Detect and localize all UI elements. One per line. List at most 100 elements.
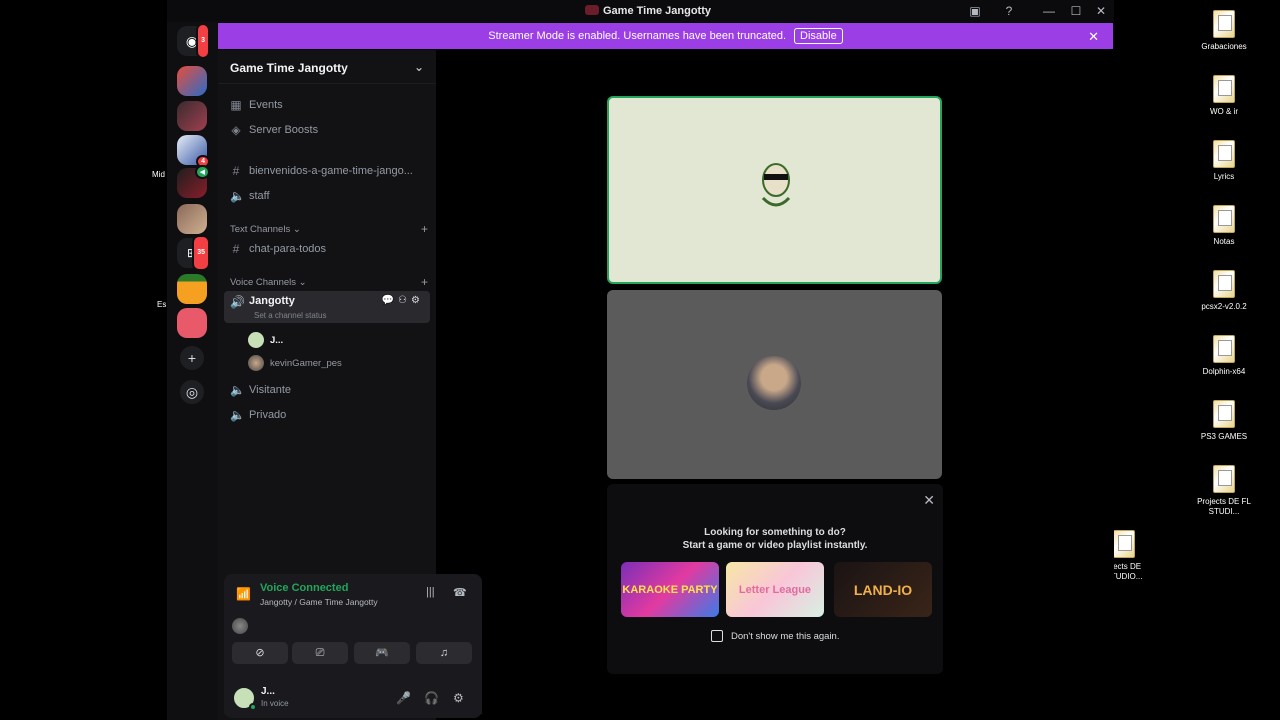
channel-status[interactable]: Set a channel status (254, 311, 327, 320)
desktop-folder[interactable]: PS3 GAMES (1189, 400, 1259, 442)
home-button[interactable]: ◉ 3 (177, 23, 210, 59)
activity-prompt-line2: Start a game or video playlist instantly… (682, 540, 868, 551)
avatar (761, 163, 791, 207)
close-icon[interactable]: ✕ (923, 492, 935, 509)
voice-active-icon: ◀ (194, 165, 210, 179)
noise-suppression-icon[interactable]: ||| (426, 586, 435, 598)
category-label: Voice Channels (230, 277, 297, 288)
desktop-folder[interactable]: pcsx2-v2.0.2 (1189, 270, 1259, 312)
add-channel-icon[interactable]: + (421, 222, 428, 236)
channel-label: bienvenidos-a-game-time-jango... (249, 165, 413, 177)
events-item[interactable]: ▦ Events (224, 94, 430, 116)
channel-label: chat-para-todos (249, 243, 327, 255)
channel-sidebar: Game Time Jangotty ⌄ ▦ Events ◈ Server Boo… (218, 50, 482, 720)
online-status-icon (249, 703, 257, 711)
streamer-mode-text: Streamer Mode is enabled. Usernames have… (488, 30, 787, 42)
server-icon[interactable] (177, 204, 207, 234)
voice-user[interactable]: kevinGamer_pes (248, 355, 342, 371)
camera-button[interactable]: ⊘ (232, 642, 288, 664)
folder-icon (1213, 75, 1235, 103)
help-icon[interactable]: ? (1002, 4, 1016, 18)
channel-label: Visitante (249, 384, 291, 396)
voice-channel[interactable]: 🔈 Visitante (224, 379, 430, 401)
hash-icon: # (232, 164, 240, 178)
disable-streamer-button[interactable]: Disable (794, 28, 843, 44)
headphones-icon[interactable]: 🎧 (424, 691, 439, 705)
server-icon[interactable] (177, 308, 207, 338)
folder-icon (1213, 335, 1235, 363)
video-tile[interactable] (607, 96, 942, 284)
folder-icon (1213, 10, 1235, 38)
boosts-label: Server Boosts (249, 124, 319, 136)
discover-icon[interactable]: ◎ (180, 380, 204, 404)
avatar (248, 355, 264, 371)
channel-item[interactable]: # chat-para-todos (224, 238, 430, 260)
channel-label: Jangotty (249, 295, 295, 307)
voice-user[interactable]: J... (248, 332, 283, 348)
desktop-folder[interactable]: WO & ir (1189, 75, 1259, 117)
channel-item[interactable]: 🔈 staff (224, 185, 430, 207)
hash-icon: # (232, 242, 240, 256)
close-icon[interactable]: ✕ (1088, 29, 1099, 45)
channel-item[interactable]: # bienvenidos-a-game-time-jango... (224, 160, 430, 182)
voice-channel-active[interactable]: 🔊 Jangotty Set a channel status 💬⚇⚙ (224, 291, 430, 323)
activity-prompt: Looking for something to do? Start a gam… (607, 526, 943, 552)
user-name[interactable]: J... (261, 686, 275, 697)
voice-status[interactable]: Voice Connected (260, 582, 348, 594)
speaker-icon: 🔈 (230, 189, 245, 203)
voice-user-name: kevinGamer_pes (270, 357, 342, 369)
desktop-folder-label: Projects DE FL STUDI... (1197, 497, 1251, 516)
signal-icon[interactable]: 📶 (236, 587, 251, 601)
guild-header[interactable]: Game Time Jangotty ⌄ (218, 50, 436, 84)
window-title: Game Time Jangotty (603, 5, 711, 17)
server-icon[interactable] (177, 101, 207, 131)
folder-icon (1213, 400, 1235, 428)
game-card[interactable]: LAND-IO (834, 562, 932, 617)
server-icon[interactable]: ◀ (177, 165, 210, 198)
close-window-button[interactable]: ✕ (1094, 4, 1108, 18)
category-voice-channels[interactable]: Voice Channels ⌄ (230, 277, 307, 288)
server-icon[interactable]: 4 (177, 135, 210, 168)
server-icon[interactable]: ⊞ 35 (177, 235, 210, 271)
folder-icon (1213, 140, 1235, 168)
chevron-down-icon: ⌄ (413, 60, 424, 74)
microphone-icon[interactable]: 🎤 (396, 691, 411, 705)
desktop-folder[interactable]: Projects DE FL STUDI... (1189, 465, 1259, 516)
add-server-button[interactable]: + (180, 346, 204, 370)
game-card[interactable]: Letter League (726, 562, 824, 617)
add-channel-icon[interactable]: + (421, 275, 428, 289)
server-icon[interactable] (177, 66, 207, 96)
gear-icon[interactable]: ⚙ (453, 691, 464, 705)
server-icon[interactable] (177, 274, 207, 304)
voice-channel-actions[interactable]: 💬⚇⚙ (382, 295, 424, 306)
desktop-folder-label: WO & ir (1210, 107, 1238, 116)
maximize-button[interactable]: ☐ (1069, 4, 1083, 18)
desktop-edge-label: Es (157, 300, 167, 309)
activity-button[interactable]: 🎮 (354, 642, 410, 664)
category-text-channels[interactable]: Text Channels ⌄ (230, 224, 301, 235)
video-tile[interactable] (607, 290, 942, 479)
minimize-button[interactable]: — (1042, 4, 1056, 18)
desktop-folder[interactable]: Lyrics (1189, 140, 1259, 182)
avatar (232, 618, 248, 634)
dont-show-checkbox[interactable]: Don't show me this again. (711, 630, 839, 642)
channel-label: Privado (249, 409, 287, 421)
disconnect-icon[interactable]: ☎ (453, 586, 467, 599)
game-card[interactable]: KARAOKE PARTY (621, 562, 719, 617)
category-label: Text Channels (230, 224, 291, 235)
voice-channel[interactable]: 🔈 Privado (224, 404, 430, 426)
screen-share-button[interactable]: ⎚ (292, 642, 348, 664)
mention-badge: 35 (192, 235, 210, 271)
avatar (248, 332, 264, 348)
folder-icon (1213, 465, 1235, 493)
events-label: Events (249, 99, 283, 111)
user-area: J... In voice 🎤 🎧 ⚙ (224, 678, 482, 718)
desktop-folder[interactable]: Grabaciones (1189, 10, 1259, 52)
desktop-folder[interactable]: Notas (1189, 205, 1259, 247)
folder-icon (1113, 530, 1135, 558)
desktop-folder[interactable]: Dolphin-x64 (1189, 335, 1259, 377)
soundboard-button[interactable]: ♫ (416, 642, 472, 664)
inbox-icon[interactable]: ▣ (968, 4, 982, 18)
checkbox-icon[interactable] (711, 630, 723, 642)
server-boosts-item[interactable]: ◈ Server Boosts (224, 119, 430, 141)
